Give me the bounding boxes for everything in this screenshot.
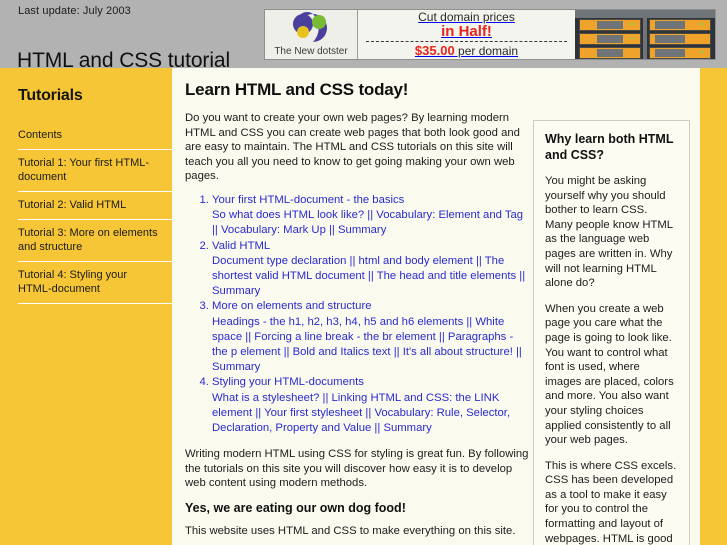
info-box-paragraph: When you create a web page you care what… bbox=[545, 302, 674, 447]
tutorial-link[interactable]: Your first HTML-document - the basics bbox=[212, 193, 530, 208]
info-box: Why learn both HTML and CSS? You might b… bbox=[533, 120, 690, 545]
sidebar-title: Tutorials bbox=[18, 87, 83, 104]
tutorial-subtopics[interactable]: So what does HTML look like? || Vocabula… bbox=[212, 208, 530, 238]
right-rail bbox=[700, 68, 727, 545]
ad-price-line: $35.00 per domain bbox=[364, 43, 569, 59]
sidebar-item-contents[interactable]: Contents bbox=[18, 124, 172, 150]
sidebar-item-label: Tutorial 4: Styling your HTML-document bbox=[18, 269, 128, 295]
ad-brand-label: The New dotster bbox=[274, 46, 348, 57]
sidebar: Tutorials Contents Tutorial 1: Your firs… bbox=[0, 68, 172, 545]
ad-message: Cut domain prices in Half! $35.00 per do… bbox=[358, 10, 575, 59]
list-item[interactable]: More on elements and structure Headings … bbox=[212, 299, 530, 375]
sidebar-item-tutorial-3[interactable]: Tutorial 3: More on elements and structu… bbox=[18, 220, 172, 262]
tutorial-subtopics[interactable]: Document type declaration || html and bo… bbox=[212, 254, 530, 300]
list-item[interactable]: Valid HTML Document type declaration || … bbox=[212, 239, 530, 300]
banner-ad[interactable]: The New dotster Cut domain prices in Hal… bbox=[264, 9, 716, 60]
sidebar-item-tutorial-2[interactable]: Tutorial 2: Valid HTML bbox=[18, 192, 172, 220]
content-area: Learn HTML and CSS today! Do you want to… bbox=[172, 68, 700, 545]
list-item[interactable]: Your first HTML-document - the basics So… bbox=[212, 193, 530, 239]
closing-paragraph: Writing modern HTML using CSS for stylin… bbox=[185, 448, 529, 490]
tutorial-subtopics[interactable]: What is a stylesheet? || Linking HTML an… bbox=[212, 391, 530, 437]
dogfood-heading: Yes, we are eating our own dog food! bbox=[185, 501, 406, 515]
last-update-text: Last update: July 2003 bbox=[18, 5, 131, 17]
tutorial-link[interactable]: Valid HTML bbox=[212, 239, 530, 254]
intro-paragraph: Do you want to create your own web pages… bbox=[185, 112, 520, 183]
sidebar-item-label: Contents bbox=[18, 129, 63, 141]
sidebar-item-tutorial-1[interactable]: Tutorial 1: Your first HTML-document bbox=[18, 150, 172, 192]
ad-server-photo bbox=[575, 10, 715, 59]
list-item[interactable]: Styling your HTML-documents What is a st… bbox=[212, 375, 530, 436]
ad-logo: The New dotster bbox=[265, 10, 358, 59]
ad-subheadline: in Half! bbox=[441, 23, 492, 40]
sidebar-item-label: Tutorial 1: Your first HTML-document bbox=[18, 157, 150, 183]
page-header: Last update: July 2003 HTML and CSS tuto… bbox=[0, 0, 727, 71]
ad-price-suffix: per domain bbox=[454, 44, 519, 58]
info-box-paragraph: This is where CSS excels. CSS has been d… bbox=[545, 459, 677, 545]
ad-divider bbox=[366, 41, 567, 42]
tutorial-link[interactable]: Styling your HTML-documents bbox=[212, 375, 530, 390]
info-box-heading: Why learn both HTML and CSS? bbox=[545, 132, 674, 162]
ad-price: $35.00 bbox=[414, 43, 455, 58]
main-heading: Learn HTML and CSS today! bbox=[185, 80, 409, 99]
sidebar-item-label: Tutorial 2: Valid HTML bbox=[18, 199, 127, 211]
main-column: Learn HTML and CSS today! Do you want to… bbox=[185, 80, 530, 539]
page-root: Last update: July 2003 HTML and CSS tuto… bbox=[0, 0, 727, 545]
tutorial-list: Your first HTML-document - the basics So… bbox=[185, 193, 530, 436]
sidebar-nav: Contents Tutorial 1: Your first HTML-doc… bbox=[0, 124, 172, 304]
dotster-logo-icon bbox=[293, 12, 327, 42]
dogfood-paragraph: This website uses HTML and CSS to make e… bbox=[185, 525, 516, 537]
tutorial-link[interactable]: More on elements and structure bbox=[212, 299, 530, 314]
sidebar-item-label: Tutorial 3: More on elements and structu… bbox=[18, 227, 158, 253]
info-box-paragraph: You might be asking yourself why you sho… bbox=[545, 175, 673, 290]
tutorial-subtopics[interactable]: Headings - the h1, h2, h3, h4, h5 and h6… bbox=[212, 315, 530, 376]
sidebar-item-tutorial-4[interactable]: Tutorial 4: Styling your HTML-document bbox=[18, 262, 172, 304]
